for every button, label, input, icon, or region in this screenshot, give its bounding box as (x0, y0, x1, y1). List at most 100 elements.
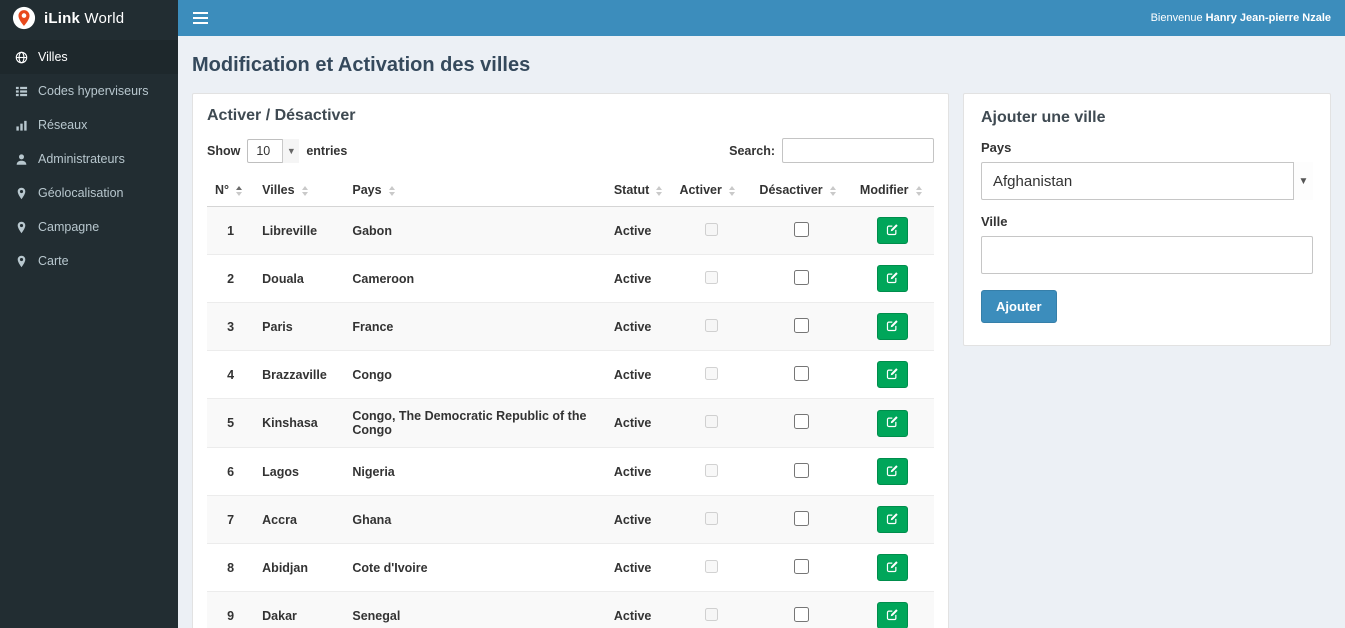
statut-cell: Active (605, 398, 672, 448)
pays-cell: Cameroon (344, 254, 606, 303)
edit-icon (886, 608, 899, 624)
activer-checkbox[interactable] (704, 270, 718, 284)
sort-icon (301, 185, 308, 196)
activer-checkbox[interactable] (704, 366, 718, 380)
sidebar: Villes Codes hyperviseurs Réseaux Administr… (0, 36, 178, 628)
ajouter-button[interactable]: Ajouter (981, 290, 1057, 323)
activer-cell (671, 495, 752, 544)
activer-cell (671, 207, 751, 255)
modifier-button[interactable] (877, 602, 909, 628)
modifier-button[interactable] (877, 217, 909, 244)
column-header-modifier[interactable]: Modifier (851, 174, 934, 207)
activer-checkbox[interactable] (704, 463, 718, 477)
desactiver-cell (751, 495, 852, 544)
modifier-button[interactable] (877, 313, 909, 340)
column-header-label: Modifier (859, 183, 909, 197)
activer-checkbox[interactable] (704, 222, 718, 236)
column-header-pays[interactable]: Pays (344, 174, 606, 207)
sidebar-item-reseaux[interactable]: Réseaux (0, 108, 178, 142)
statut-cell: Active (605, 350, 672, 399)
modifier-button[interactable] (877, 506, 909, 533)
edit-icon (886, 319, 899, 335)
ville-row: 9 Dakar Senegal Active (207, 591, 934, 628)
modifier-button[interactable] (877, 554, 909, 581)
desactiver-checkbox[interactable] (794, 558, 810, 574)
page-length-control: Show 10 ▼ entries (207, 138, 348, 163)
column-header-villes[interactable]: Villes (254, 174, 345, 207)
modifier-cell (851, 350, 934, 399)
sort-icon (915, 185, 922, 196)
desactiver-checkbox[interactable] (794, 414, 810, 429)
ville-cell: Abidjan (254, 543, 345, 592)
ville-row: 5 Kinshasa Congo, The Democratic Republic … (207, 398, 934, 448)
statut-cell: Active (605, 447, 672, 496)
desactiver-checkbox[interactable] (794, 269, 810, 285)
modifier-cell (851, 302, 934, 351)
modifier-button[interactable] (877, 265, 909, 292)
desactiver-checkbox[interactable] (794, 462, 810, 478)
activer-checkbox[interactable] (704, 607, 718, 621)
globe-icon (14, 51, 29, 64)
ville-label: Ville (981, 214, 1008, 229)
sidebar-item-geolocalisation[interactable]: Géolocalisation (0, 176, 178, 210)
welcome-text: Bienvenue Hanry Jean-pierre Nzale (1150, 12, 1331, 24)
sidebar-item-label: Codes hyperviseurs (38, 84, 149, 98)
desactiver-checkbox[interactable] (794, 365, 810, 381)
column-header-desactiver[interactable]: Désactiver (751, 174, 852, 207)
sidebar-toggle-button[interactable] (178, 0, 222, 36)
activer-checkbox[interactable] (704, 559, 718, 573)
search-control: Search: (729, 138, 934, 163)
modifier-button[interactable] (877, 409, 909, 437)
modifier-cell (851, 447, 934, 496)
activer-cell (671, 398, 752, 448)
ville-input[interactable] (981, 236, 1313, 274)
statut-cell: Active (613, 223, 652, 238)
desactiver-checkbox[interactable] (794, 510, 810, 526)
ville-row: 3 Paris France Active (207, 302, 934, 351)
app-window: iLink World Bienvenue Hanry Jean-pierre … (0, 0, 1345, 628)
marker-icon (14, 187, 29, 200)
sidebar-item-label: Villes (38, 50, 68, 64)
modifier-button[interactable] (877, 361, 909, 388)
search-input[interactable] (782, 138, 934, 163)
sidebar-item-carte[interactable]: Carte (0, 244, 178, 278)
sort-icon (236, 185, 243, 196)
pays-label: Pays (981, 140, 1012, 155)
column-header-statut[interactable]: Statut (605, 174, 672, 207)
entries-label: entries (306, 143, 348, 158)
desactiver-checkbox[interactable] (794, 317, 810, 333)
column-header-activer[interactable]: Activer (671, 174, 752, 207)
sidebar-item-codes-hyperviseurs[interactable]: Codes hyperviseurs (0, 74, 178, 108)
marker-icon (14, 221, 29, 234)
brand[interactable]: iLink World (0, 0, 178, 36)
search-label: Search: (729, 143, 775, 158)
list-icon (14, 85, 29, 98)
column-header-label: Villes (262, 183, 295, 197)
desactiver-cell (751, 350, 852, 399)
ville-row: 4 Brazzaville Congo Active (207, 350, 934, 399)
activer-checkbox[interactable] (704, 318, 718, 332)
show-label: Show (207, 143, 241, 158)
statut-cell: Active (605, 495, 672, 544)
sort-icon (388, 185, 395, 196)
desactiver-checkbox[interactable] (794, 221, 810, 237)
sidebar-item-label: Carte (38, 254, 69, 268)
modifier-cell (851, 398, 934, 448)
activer-checkbox[interactable] (704, 415, 718, 428)
pays-cell: Congo, The Democratic Republic of the Co… (344, 398, 606, 448)
pays-select[interactable]: Afghanistan (981, 162, 1313, 200)
sidebar-item-campagne[interactable]: Campagne (0, 210, 178, 244)
sidebar-item-label: Géolocalisation (38, 186, 124, 200)
desactiver-checkbox[interactable] (794, 606, 810, 622)
column-header-n[interactable]: N° (207, 174, 255, 207)
ville-row: 1 Libreville Gabon Active (207, 206, 934, 255)
desactiver-cell (751, 207, 851, 255)
hamburger-icon (192, 12, 208, 24)
column-header-label: Pays (352, 183, 382, 197)
activer-checkbox[interactable] (704, 511, 718, 525)
modifier-cell (851, 495, 934, 544)
sidebar-item-villes[interactable]: Villes (0, 40, 178, 74)
modifier-button[interactable] (877, 458, 909, 485)
page-length-select[interactable]: 10 (247, 138, 300, 163)
sidebar-item-administrateurs[interactable]: Administrateurs (0, 142, 178, 176)
